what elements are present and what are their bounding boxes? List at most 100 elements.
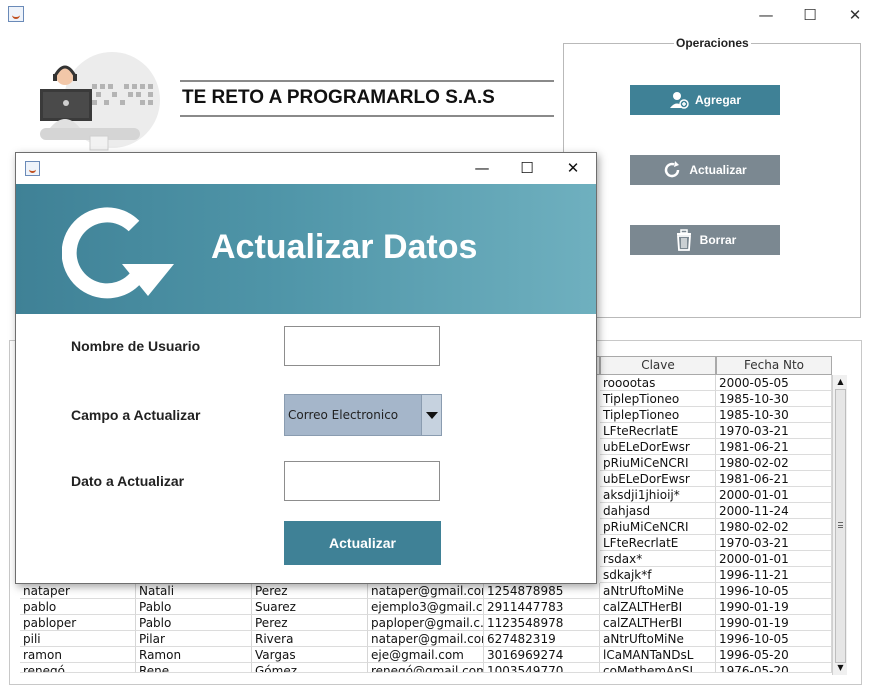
field-select[interactable]: Correo Electronico	[284, 394, 442, 436]
table-cell[interactable]: 1254878985	[484, 583, 600, 599]
table-cell[interactable]: eje@gmail.com	[368, 647, 484, 663]
table-cell[interactable]: 1985-10-30	[716, 391, 832, 407]
dialog-app-icon	[25, 161, 40, 176]
table-cell[interactable]: 1981-06-21	[716, 439, 832, 455]
table-cell[interactable]: aNtrUftoMiNe	[600, 631, 716, 647]
operations-panel: Operaciones Agregar Actualizar Borrar	[563, 36, 861, 318]
table-cell[interactable]: nataper@gmail.com	[368, 583, 484, 599]
scroll-thumb[interactable]	[835, 389, 846, 663]
table-cell[interactable]: 1970-03-21	[716, 535, 832, 551]
table-cell[interactable]: 1123548978	[484, 615, 600, 631]
table-cell[interactable]: Perez	[252, 615, 368, 631]
table-cell[interactable]: 1996-10-05	[716, 583, 832, 599]
table-cell[interactable]: 1996-05-20	[716, 647, 832, 663]
company-logo	[20, 48, 170, 158]
table-cell[interactable]: 1980-02-02	[716, 519, 832, 535]
table-cell[interactable]: pablo	[20, 599, 136, 615]
maximize-button[interactable]: ☐	[790, 4, 830, 26]
dialog-banner: Actualizar Datos	[16, 184, 596, 314]
table-cell[interactable]: sdkajk*f	[600, 567, 716, 583]
table-cell[interactable]: ubELeDorEwsr	[600, 439, 716, 455]
table-cell[interactable]: Ramon	[136, 647, 252, 663]
dialog-titlebar[interactable]: — ☐ ✕	[16, 153, 596, 184]
table-cell[interactable]: calZALTHerBI	[600, 599, 716, 615]
table-cell[interactable]: 2000-01-01	[716, 551, 832, 567]
table-header-clave[interactable]: Clave	[600, 356, 716, 375]
trash-icon	[674, 229, 694, 251]
table-cell[interactable]: Natali	[136, 583, 252, 599]
close-button[interactable]: ✕	[835, 4, 875, 26]
table-cell[interactable]: LFteRecrlatE	[600, 423, 716, 439]
chevron-down-icon[interactable]	[421, 395, 441, 435]
table-cell[interactable]: aNtrUftoMiNe	[600, 583, 716, 599]
table-cell[interactable]: calZALTHerBI	[600, 615, 716, 631]
table-cell[interactable]: 627482319	[484, 631, 600, 647]
username-input[interactable]	[284, 326, 440, 366]
table-cell[interactable]: pRiuMiCeNCRI	[600, 455, 716, 471]
table-cell[interactable]: LFteRecrlatE	[600, 535, 716, 551]
table-cell[interactable]: aksdji1jhioij*	[600, 487, 716, 503]
table-cell[interactable]: Gómez	[252, 663, 368, 673]
scroll-up-arrow[interactable]: ▲	[835, 377, 846, 387]
table-cell[interactable]: pili	[20, 631, 136, 647]
table-cell[interactable]: TiplepTioneo	[600, 407, 716, 423]
table-cell[interactable]: 1985-10-30	[716, 407, 832, 423]
table-cell[interactable]: rooootas	[600, 375, 716, 391]
table-cell[interactable]: dahjasd	[600, 503, 716, 519]
delete-button-label: Borrar	[699, 233, 737, 247]
delete-button[interactable]: Borrar	[630, 225, 780, 255]
table-cell[interactable]: 2000-05-05	[716, 375, 832, 391]
data-input[interactable]	[284, 461, 440, 501]
table-cell[interactable]: 1970-03-21	[716, 423, 832, 439]
table-cell[interactable]: Vargas	[252, 647, 368, 663]
dialog-title: Actualizar Datos	[211, 228, 478, 266]
table-cell[interactable]: 1976-05-20	[716, 663, 832, 673]
minimize-button[interactable]: —	[746, 4, 786, 26]
app-icon	[8, 6, 24, 22]
scroll-down-arrow[interactable]: ▼	[835, 663, 846, 673]
table-cell[interactable]: paploper@gmail.c...	[368, 615, 484, 631]
table-cell[interactable]: Pilar	[136, 631, 252, 647]
table-cell[interactable]: renegó@gmail.com	[368, 663, 484, 673]
submit-update-button[interactable]: Actualizar	[284, 521, 441, 565]
add-button[interactable]: Agregar	[630, 85, 780, 115]
company-title-box: TE RETO A PROGRAMARLO S.A.S	[180, 80, 554, 117]
table-cell[interactable]: 1003549770	[484, 663, 600, 673]
table-cell[interactable]: Rene	[136, 663, 252, 673]
dialog-minimize-button[interactable]: —	[462, 157, 502, 179]
table-cell[interactable]: ubELeDorEwsr	[600, 471, 716, 487]
table-cell[interactable]: 1996-10-05	[716, 631, 832, 647]
table-cell[interactable]: ejemplo3@gmail.c...	[368, 599, 484, 615]
table-cell[interactable]: 1990-01-19	[716, 615, 832, 631]
table-cell[interactable]: 3016969274	[484, 647, 600, 663]
table-scrollbar[interactable]: ▲ ▼	[832, 375, 847, 675]
dialog-maximize-button[interactable]: ☐	[507, 157, 547, 179]
table-cell[interactable]: nataper	[20, 583, 136, 599]
table-cell[interactable]: coMethemAnSL	[600, 663, 716, 673]
table-cell[interactable]: Rivera	[252, 631, 368, 647]
table-cell[interactable]: 2911447783	[484, 599, 600, 615]
table-cell[interactable]: 2000-01-01	[716, 487, 832, 503]
operations-title: Operaciones	[674, 36, 751, 50]
table-header-fecha[interactable]: Fecha Nto	[716, 356, 832, 375]
table-cell[interactable]: lCaMANTaNDsL	[600, 647, 716, 663]
table-cell[interactable]: nataper@gmail.com	[368, 631, 484, 647]
table-cell[interactable]: Pablo	[136, 599, 252, 615]
table-cell[interactable]: rsdax*	[600, 551, 716, 567]
table-cell[interactable]: pRiuMiCeNCRI	[600, 519, 716, 535]
dialog-close-button[interactable]: ✕	[553, 157, 593, 179]
update-button[interactable]: Actualizar	[630, 155, 780, 185]
table-cell[interactable]: Perez	[252, 583, 368, 599]
table-cell[interactable]: 1996-11-21	[716, 567, 832, 583]
table-cell[interactable]: Pablo	[136, 615, 252, 631]
data-label: Dato a Actualizar	[71, 473, 185, 489]
table-cell[interactable]: ramon	[20, 647, 136, 663]
table-cell[interactable]: TiplepTioneo	[600, 391, 716, 407]
table-cell[interactable]: pabloper	[20, 615, 136, 631]
table-cell[interactable]: renegó	[20, 663, 136, 673]
table-cell[interactable]: 1980-02-02	[716, 455, 832, 471]
table-cell[interactable]: 1990-01-19	[716, 599, 832, 615]
table-cell[interactable]: Suarez	[252, 599, 368, 615]
table-cell[interactable]: 1981-06-21	[716, 471, 832, 487]
table-cell[interactable]: 2000-11-24	[716, 503, 832, 519]
